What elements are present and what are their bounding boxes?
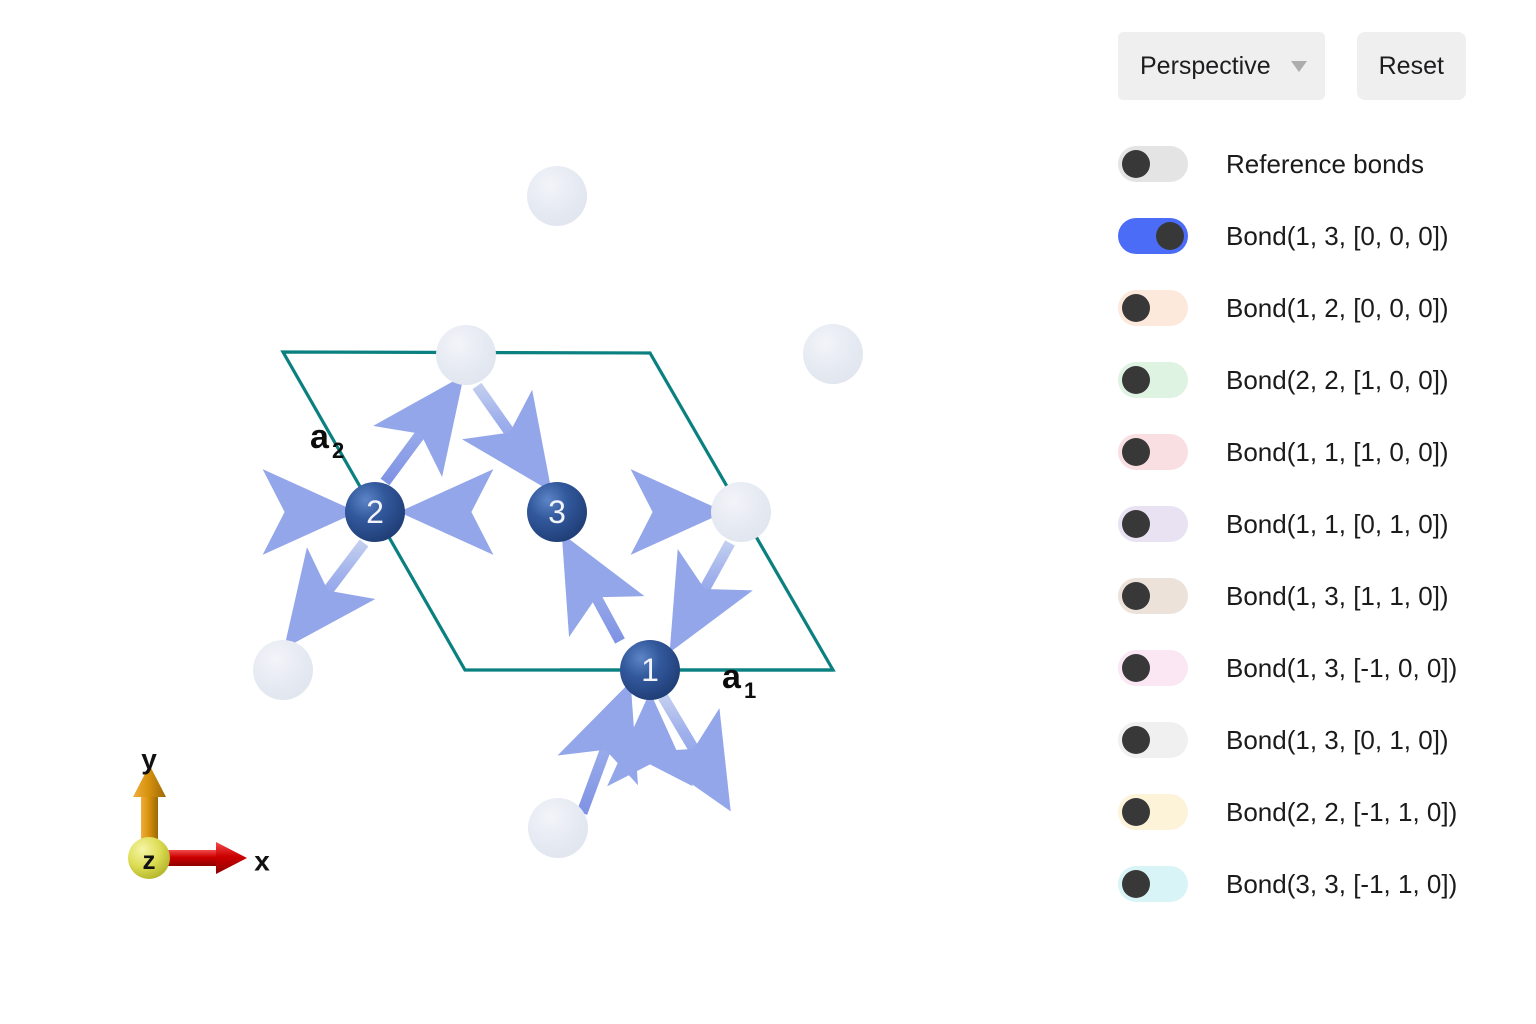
ghost-atom[interactable] [527,166,587,226]
legend-item-bond-2-2-m110[interactable]: Bond(2, 2, [-1, 1, 0]) [1118,776,1528,848]
legend-label: Bond(1, 3, [-1, 0, 0]) [1226,653,1458,683]
legend-label: Bond(1, 3, [1, 1, 0]) [1226,581,1449,611]
legend-toggle-knob [1122,798,1150,826]
legend-label: Bond(2, 2, [-1, 1, 0]) [1226,797,1458,827]
legend-item-bond-1-1-010[interactable]: Bond(1, 1, [0, 1, 0]) [1118,488,1528,560]
legend-item-bond-1-3-000[interactable]: Bond(1, 3, [0, 0, 0]) [1118,200,1528,272]
legend-label: Bond(2, 2, [1, 0, 0]) [1226,365,1449,395]
lattice-label-a1-base: a [722,658,742,696]
control-panel: Perspective Reset Reference bonds Bond(1… [1090,0,1536,1024]
bond-arrow [373,375,464,486]
legend-toggle[interactable] [1118,650,1188,686]
legend-toggle[interactable] [1118,434,1188,470]
bond-arrow [557,681,639,815]
atom-2[interactable]: 2 [345,482,405,542]
legend-toggle-knob [1122,294,1150,322]
ghost-atom[interactable] [253,640,313,700]
bond-arrow [284,539,376,649]
axis-z-label: z [143,845,156,875]
legend-item-bond-1-1-100[interactable]: Bond(1, 1, [1, 0, 0]) [1118,416,1528,488]
legend-toggle[interactable] [1118,866,1188,902]
legend-label: Reference bonds [1226,149,1425,179]
ghost-atom[interactable] [803,324,863,384]
legend-toggle-knob [1122,366,1150,394]
legend-toggle-knob [1122,582,1150,610]
axis-y-label: y [141,745,157,775]
legend-item-bond-1-3-m100[interactable]: Bond(1, 3, [-1, 0, 0]) [1118,632,1528,704]
legend-toggle[interactable] [1118,362,1188,398]
legend-toggle-knob [1122,510,1150,538]
lattice-label-a1-sub: 1 [744,678,756,703]
legend-toggle-knob [1122,654,1150,682]
legend-toggle[interactable] [1118,506,1188,542]
legend-toggle[interactable] [1118,794,1188,830]
lattice-label-a1: a 1 [722,658,756,703]
lattice-label-a2-sub: 2 [332,438,344,463]
legend-toggle[interactable] [1118,218,1188,254]
legend-toggle-knob [1122,438,1150,466]
structure-viewer-canvas[interactable]: 2 3 1 a 1 a 2 z y x [0,0,1090,1024]
atom-label: 3 [548,494,566,530]
legend-label: Bond(1, 2, [0, 0, 0]) [1226,293,1449,323]
projection-select-value: Perspective [1140,51,1271,80]
legend-toggle-knob [1122,726,1150,754]
legend-item-bond-1-2-000[interactable]: Bond(1, 2, [0, 0, 0]) [1118,272,1528,344]
bond-arrow [669,540,753,653]
ghost-atom[interactable] [528,798,588,858]
panel-toolbar: Perspective Reset [1118,32,1466,100]
legend-label: Bond(1, 1, [0, 1, 0]) [1226,509,1449,539]
legend-label: Bond(3, 3, [-1, 1, 0]) [1226,869,1458,899]
atom-label: 2 [366,494,384,530]
legend-item-bond-1-3-010[interactable]: Bond(1, 3, [0, 1, 0]) [1118,704,1528,776]
legend-item-bond-1-3-110[interactable]: Bond(1, 3, [1, 1, 0]) [1118,560,1528,632]
legend-toggle-knob [1122,870,1150,898]
ghost-atom[interactable] [711,482,771,542]
legend-item-bond-2-2-100[interactable]: Bond(2, 2, [1, 0, 0]) [1118,344,1528,416]
legend-item-bond-3-3-m110[interactable]: Bond(3, 3, [-1, 1, 0]) [1118,848,1528,920]
bond-legend-list: Reference bonds Bond(1, 3, [0, 0, 0]) Bo… [1118,128,1528,920]
bond-arrow [462,382,552,492]
lattice-label-a2: a 2 [310,418,344,463]
chevron-down-icon [1290,60,1307,72]
ghost-atom[interactable] [436,325,496,385]
legend-label: Bond(1, 3, [0, 0, 0]) [1226,221,1449,251]
bond-arrow [561,533,645,644]
legend-toggle[interactable] [1118,146,1188,182]
legend-toggle[interactable] [1118,578,1188,614]
reset-button[interactable]: Reset [1356,32,1466,100]
atom-group: 2 3 1 [253,166,863,858]
lattice-label-a2-base: a [310,418,330,456]
bond-arrows [218,375,753,815]
axis-orientation-triad[interactable]: z y x [110,745,285,890]
axis-x-label: x [254,846,270,877]
bond-arrow [645,694,731,812]
atom-1[interactable]: 1 [620,640,680,700]
legend-label: Bond(1, 1, [1, 0, 0]) [1226,437,1449,467]
atom-label: 1 [641,652,659,688]
legend-label: Bond(1, 3, [0, 1, 0]) [1226,725,1449,755]
projection-select[interactable]: Perspective [1118,32,1325,100]
legend-toggle[interactable] [1118,290,1188,326]
legend-toggle-knob [1122,150,1150,178]
legend-item-reference-bonds[interactable]: Reference bonds [1118,128,1528,200]
legend-toggle[interactable] [1118,722,1188,758]
legend-toggle-knob [1156,222,1184,250]
atom-3[interactable]: 3 [527,482,587,542]
